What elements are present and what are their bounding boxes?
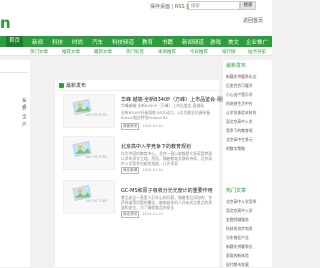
sidebar-link[interactable]: 的数学策略 — [226, 146, 245, 152]
nav-item-auto[interactable]: 汽车 — [92, 38, 103, 46]
article-list: 最新发布 NO PICTURE 华峰 越端·全新B340P（万峰）上市品鉴会-昆… — [55, 80, 232, 267]
article-date: 2024-01-01 — [142, 124, 164, 128]
divider — [0, 72, 28, 73]
subnav-item[interactable]: 站点导航 — [248, 49, 266, 55]
nav-item-games[interactable]: 游戏 — [210, 38, 221, 46]
article-title[interactable]: GC-MS和原子吸收分光光度计的重要作用 — [121, 187, 213, 194]
subnav-item[interactable]: 热门文章 — [30, 49, 48, 55]
sidebar-link[interactable]: 北京高中入学竞争 — [226, 199, 256, 205]
subnav-item[interactable]: 热门标签 — [126, 49, 144, 55]
sidebar-link[interactable]: 昆北京高中入学 — [226, 119, 253, 125]
article-summary-2: 全新B340P升级版款 B5大动力，4大功能全仿真装备B4no1相应特别Ecli… — [121, 110, 211, 120]
section-title: 最新发布 — [66, 83, 87, 89]
section-icon — [59, 83, 64, 88]
nav-item-essays[interactable]: 美文 — [228, 38, 239, 46]
subnav-item[interactable]: 排行榜 — [222, 49, 236, 55]
article-thumbnail[interactable]: NO PICTURE — [63, 136, 115, 170]
search-input[interactable]: 搜索 — [188, 1, 240, 10]
sidebar-link[interactable]: 新疆东供暖季长达 — [226, 74, 256, 80]
article-meta: 商业新闻 2024-01-01 — [121, 167, 163, 174]
sidebar-text[interactable]: 全 — [22, 114, 27, 120]
sidebar-link[interactable]: 让学员体验本科的 — [226, 110, 256, 116]
placeholder-label: NO PICTURE — [86, 155, 108, 159]
article-thumbnail[interactable]: NO PICTURE — [63, 94, 115, 128]
sidebar-link[interactable]: 小心出产是乐学 — [226, 92, 253, 98]
article-tag[interactable]: 商业资讯 — [121, 211, 140, 218]
article-tag[interactable]: 商家资讯 — [121, 123, 140, 130]
sidebar-text[interactable]: 计 — [22, 106, 27, 112]
section-header: 最新发布 — [55, 80, 219, 91]
nav-item-books[interactable]: 书籍 — [162, 38, 173, 46]
sidebar-link[interactable]: 的进修生活中在 — [226, 101, 253, 107]
header-links-text[interactable]: 保存桌面 | RSS — [150, 4, 185, 10]
nav-item-education[interactable]: 教育 — [142, 38, 153, 46]
nav-item-tech[interactable]: 科技 — [52, 38, 63, 46]
header: n 保存桌面 | RSS ◙ 搜索 搜索 返回首页 — [0, 0, 272, 36]
subnav-item[interactable]: 最新文章 — [94, 49, 112, 55]
article-summary: 作为中国的教育中心，北京一直以来都是众多家庭梦寐以求的求学之地。然而，随着教育资… — [121, 151, 213, 166]
header-links[interactable]: 保存桌面 | RSS ◙ — [150, 3, 191, 10]
nav-item-home[interactable]: 首页 — [6, 36, 24, 47]
article-meta: 商家资讯 2024-01-01 — [121, 123, 163, 130]
sidebar-link[interactable]: 竞争下的教育规 — [226, 128, 253, 134]
article-date: 2024-01-01 — [142, 212, 164, 216]
article-date: 2024-01-01 — [142, 168, 164, 172]
sidebar-link[interactable]: 昆北京高中入学 — [226, 208, 253, 214]
subnav-item[interactable]: 今日推荐 — [190, 49, 208, 55]
sidebar-link[interactable]: 后发完合可暖冷 — [226, 83, 253, 89]
nav-item-news[interactable]: 新闻 — [32, 38, 43, 46]
sidebar-link[interactable]: 科技的进步和发 — [226, 226, 253, 232]
sidebar-link[interactable]: 金融领域服务 — [226, 217, 249, 223]
sidebar-link[interactable]: 与东南亚产业 — [226, 235, 249, 241]
site-logo[interactable]: n — [0, 14, 11, 32]
subnav-item[interactable]: 本周推荐 — [158, 49, 176, 55]
nav-item-tech-channel[interactable]: 科技频道 — [112, 38, 134, 46]
sidebar-link[interactable]: 北京高中生多元 — [226, 137, 253, 143]
nav-item-promo[interactable]: 企业推广 — [246, 38, 268, 46]
search-button[interactable]: 搜索 — [240, 1, 256, 10]
placeholder-label: NO PICTURE — [86, 113, 108, 117]
nav-item-news-channel[interactable]: 新闻频道 — [182, 38, 204, 46]
article-summary: 华峰越端·全新B340P（万峰）上市品鉴会-昆城站 — [121, 103, 205, 108]
main-nav: 首页 新闻 科技 时尚 汽车 科技频道 教育 书籍 新闻频道 游戏 美文 企业推… — [0, 36, 272, 47]
left-sidebar: 布式 计 全 产 — [0, 60, 30, 267]
sub-nav: 热门文章 推荐文章 最新文章 热门标签 本周推荐 今日推荐 排行榜 站点导航 — [0, 47, 272, 56]
article-summary: 食品安全一直是人们关心的问题，随着食品添加剂、农药残留等问题的曝光，越来越多的人… — [121, 195, 213, 210]
sidebar-heading: 热门文章 — [226, 188, 247, 194]
sidebar-text[interactable]: 产 — [22, 122, 27, 128]
sidebar-link[interactable]: 现代都市发展 — [226, 262, 249, 268]
placeholder-label: NO PICTURE — [86, 199, 108, 203]
sidebar-link[interactable]: 家居的新体验 — [226, 253, 249, 259]
article-thumbnail[interactable]: NO PICTURE — [63, 180, 115, 214]
sidebar-link[interactable]: 新疆东供暖季长 — [226, 244, 253, 250]
home-link[interactable]: 返回首页 — [243, 17, 263, 24]
subnav-item[interactable]: 推荐文章 — [62, 49, 80, 55]
sidebar-heading: 最新发布 — [226, 63, 247, 69]
article-meta: 商业资讯 2024-01-01 — [121, 211, 163, 218]
article-tag[interactable]: 商业新闻 — [121, 167, 140, 174]
right-sidebar: 最新发布 新疆东供暖季长达 后发完合可暖冷 小心出产是乐学 的进修生活中在 让学… — [223, 60, 272, 267]
nav-item-fashion[interactable]: 时尚 — [72, 38, 83, 46]
article-title[interactable]: 北京高中入学竞争下的教育规划 — [121, 143, 191, 150]
article-title[interactable]: 华峰 越端·全新B340P（万峰）上市品鉴会-昆城站 — [121, 96, 232, 103]
